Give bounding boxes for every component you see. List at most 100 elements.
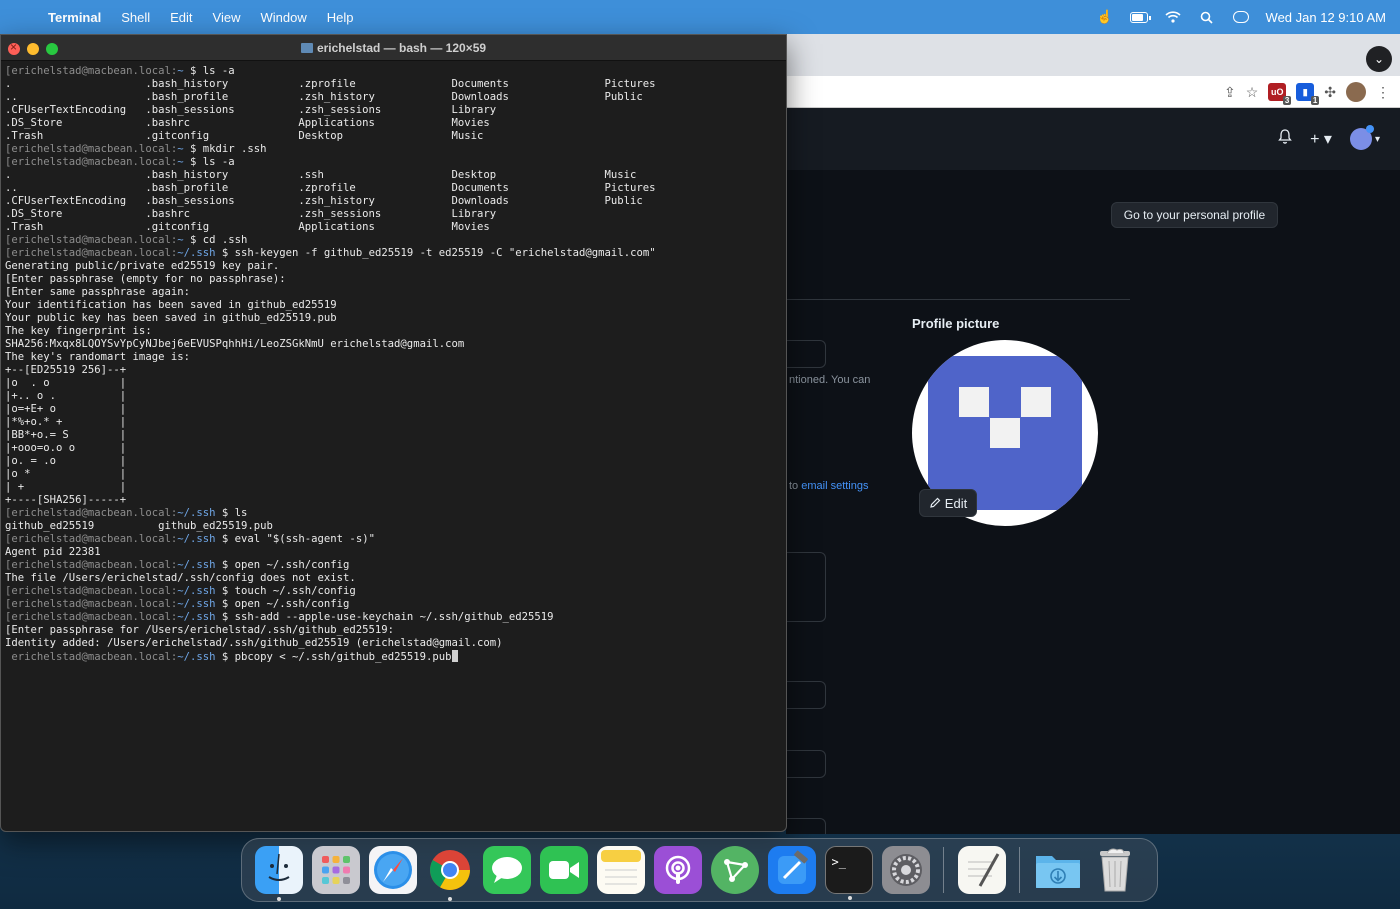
- prompt-command: $ ls -a: [183, 65, 235, 77]
- output-text: [Enter passphrase (empty for no passphra…: [5, 273, 286, 285]
- terminal-line: Generating public/private ed25519 key pa…: [5, 260, 782, 273]
- menu-app-name[interactable]: Terminal: [40, 10, 113, 25]
- podcasts-dock-icon[interactable]: [653, 846, 702, 894]
- terminal-line: |o * |: [5, 468, 782, 481]
- edit-label: Edit: [944, 495, 968, 511]
- terminal-output[interactable]: [erichelstad@macbean.local:~ $ ls -a. .b…: [5, 65, 782, 663]
- launchpad-dock-icon[interactable]: [311, 846, 360, 894]
- battery-icon[interactable]: [1129, 9, 1151, 25]
- terminal-line: . .bash_history .zprofile Documents Pict…: [5, 78, 782, 91]
- trash-dock-icon[interactable]: [1091, 846, 1139, 894]
- bio-textarea[interactable]: [786, 552, 826, 622]
- terminal-line: [erichelstad@macbean.local:~ $ mkdir .ss…: [5, 143, 782, 156]
- user-avatar-icon[interactable]: [1349, 125, 1374, 150]
- extensions-puzzle-icon[interactable]: ✣: [1324, 84, 1336, 101]
- share-icon[interactable]: ⇪: [1224, 84, 1236, 101]
- prompt-directory: ~/.ssh: [177, 533, 216, 545]
- terminal-line: .. .bash_profile .zsh_history Downloads …: [5, 91, 782, 104]
- bitwarden-extension-icon[interactable]: ▮ 1: [1296, 83, 1320, 105]
- browser-toolbar: ⇪ ☆ uO 3 ▮ 1 ✣ ⋮: [786, 76, 1400, 108]
- email-settings-link[interactable]: email settings: [801, 480, 868, 492]
- menu-window[interactable]: Window: [253, 10, 319, 25]
- terminal-line: [Enter passphrase for /Users/erichelstad…: [5, 624, 782, 637]
- terminal-line: |+ooo=o.o o |: [5, 442, 782, 455]
- create-new-plus-icon[interactable]: + ▾: [1310, 129, 1332, 149]
- output-text: .CFUserTextEncoding .bash_sessions .zsh_…: [5, 195, 643, 207]
- messages-dock-icon[interactable]: [482, 846, 531, 894]
- name-input[interactable]: [786, 340, 826, 368]
- terminal-line: [Enter passphrase (empty for no passphra…: [5, 273, 782, 286]
- company-input[interactable]: [786, 818, 826, 834]
- prompt-user: [erichelstad@macbean.local:: [5, 156, 178, 168]
- edit-profile-picture-button[interactable]: Edit: [919, 489, 977, 517]
- downloads-folder-dock-icon[interactable]: [1034, 846, 1082, 894]
- terminal-window[interactable]: erichelstad — bash — 120×59 [erichelstad…: [0, 34, 787, 832]
- output-text: |o * |: [5, 468, 127, 480]
- prompt-user: [erichelstad@macbean.local:: [5, 65, 178, 77]
- bookmark-star-icon[interactable]: ☆: [1246, 84, 1259, 101]
- prompt-directory: ~/.ssh: [177, 247, 216, 259]
- output-text: .Trash .gitconfig Desktop Music: [5, 130, 484, 142]
- system-preferences-dock-icon[interactable]: [881, 846, 930, 894]
- avatar-dropdown-caret-icon[interactable]: ▾: [1375, 134, 1380, 145]
- terminal-line: [Enter same passphrase again:: [5, 286, 782, 299]
- terminal-line: .. .bash_profile .zprofile Documents Pic…: [5, 182, 782, 195]
- folder-icon: [300, 43, 313, 53]
- bitwarden-badge: 1: [1310, 96, 1320, 105]
- notifications-bell-icon[interactable]: [1278, 129, 1292, 149]
- terminal-line: [erichelstad@macbean.local:~/.ssh $ open…: [5, 559, 782, 572]
- terminal-line: [erichelstad@macbean.local:~/.ssh $ eval…: [5, 533, 782, 546]
- xcode-dock-icon[interactable]: [767, 846, 816, 894]
- terminal-line: .CFUserTextEncoding .bash_sessions .zsh_…: [5, 195, 782, 208]
- output-text: .CFUserTextEncoding .bash_sessions .zsh_…: [5, 104, 497, 116]
- facetime-dock-icon[interactable]: [539, 846, 588, 894]
- prompt-command: $ cd .ssh: [183, 234, 248, 246]
- safari-dock-icon[interactable]: [368, 846, 417, 894]
- prompt-user: [erichelstad@macbean.local:: [5, 507, 178, 519]
- menu-help[interactable]: Help: [319, 10, 366, 25]
- output-text: . .bash_history .ssh Desktop Music: [5, 169, 637, 181]
- output-text: [Enter passphrase for /Users/erichelstad…: [5, 624, 395, 636]
- chrome-profile-avatar[interactable]: [1346, 82, 1366, 102]
- finder-dock-icon[interactable]: [254, 846, 303, 901]
- control-center-icon[interactable]: [1232, 9, 1250, 25]
- profile-picture-title: Profile picture: [912, 316, 1000, 331]
- prompt-directory: ~/.ssh: [177, 651, 216, 663]
- menu-view[interactable]: View: [205, 10, 253, 25]
- output-text: github_ed25519 github_ed25519.pub: [5, 520, 273, 532]
- go-to-personal-profile-button[interactable]: Go to your personal profile: [1111, 202, 1278, 228]
- terminal-line: .Trash .gitconfig Desktop Music: [5, 130, 782, 143]
- menu-shell[interactable]: Shell: [113, 10, 162, 25]
- notes-dock-icon[interactable]: [596, 846, 645, 894]
- terminal-line: +----[SHA256]-----+: [5, 494, 782, 507]
- git-client-dock-icon[interactable]: [710, 846, 759, 894]
- prompt-command: $ ls: [215, 507, 248, 519]
- menu-edit[interactable]: Edit: [162, 10, 204, 25]
- spotlight-search-icon[interactable]: [1198, 9, 1216, 25]
- terminal-line: The file /Users/erichelstad/.ssh/config …: [5, 572, 782, 585]
- identicon-image: [928, 356, 1082, 510]
- touch-pointer-icon[interactable]: ☝: [1096, 9, 1114, 25]
- chrome-dock-icon[interactable]: [426, 846, 474, 901]
- chrome-menu-icon[interactable]: ⋮: [1376, 84, 1390, 101]
- pencil-icon: [930, 497, 941, 508]
- ublock-extension-icon[interactable]: uO 3: [1268, 83, 1292, 105]
- prompt-user: [erichelstad@macbean.local:: [5, 559, 178, 571]
- terminal-line: The key's randomart image is:: [5, 351, 782, 364]
- url-input[interactable]: [786, 681, 826, 709]
- wifi-icon[interactable]: [1164, 9, 1182, 25]
- terminal-title-text: erichelstad — bash — 120×59: [316, 41, 487, 55]
- tab-search-chevron-icon[interactable]: ⌄: [1366, 46, 1392, 72]
- menu-clock[interactable]: Wed Jan 12 9:10 AM: [1266, 10, 1386, 25]
- output-text: |*%+o.* + |: [5, 416, 127, 428]
- terminal-line: [erichelstad@macbean.local:~/.ssh $ ssh-…: [5, 247, 782, 260]
- output-text: SHA256:Mxqx8LQOYSvYpCyNJbej6eEVUSPqhhHi/…: [5, 338, 465, 350]
- terminal-dock-icon[interactable]: >_: [824, 846, 873, 900]
- textedit-dock-icon[interactable]: [957, 846, 1006, 894]
- twitter-input[interactable]: [786, 750, 826, 778]
- prompt-user: [erichelstad@macbean.local:: [5, 598, 178, 610]
- browser-window: ⌄ ⇪ ☆ uO 3 ▮ 1 ✣ ⋮ + ▾ ▾ Go to your person…: [786, 34, 1400, 834]
- prompt-user: [erichelstad@macbean.local:: [5, 611, 178, 623]
- terminal-titlebar[interactable]: erichelstad — bash — 120×59: [1, 35, 786, 61]
- terminal-line: [erichelstad@macbean.local:~/.ssh $ ssh-…: [5, 611, 782, 624]
